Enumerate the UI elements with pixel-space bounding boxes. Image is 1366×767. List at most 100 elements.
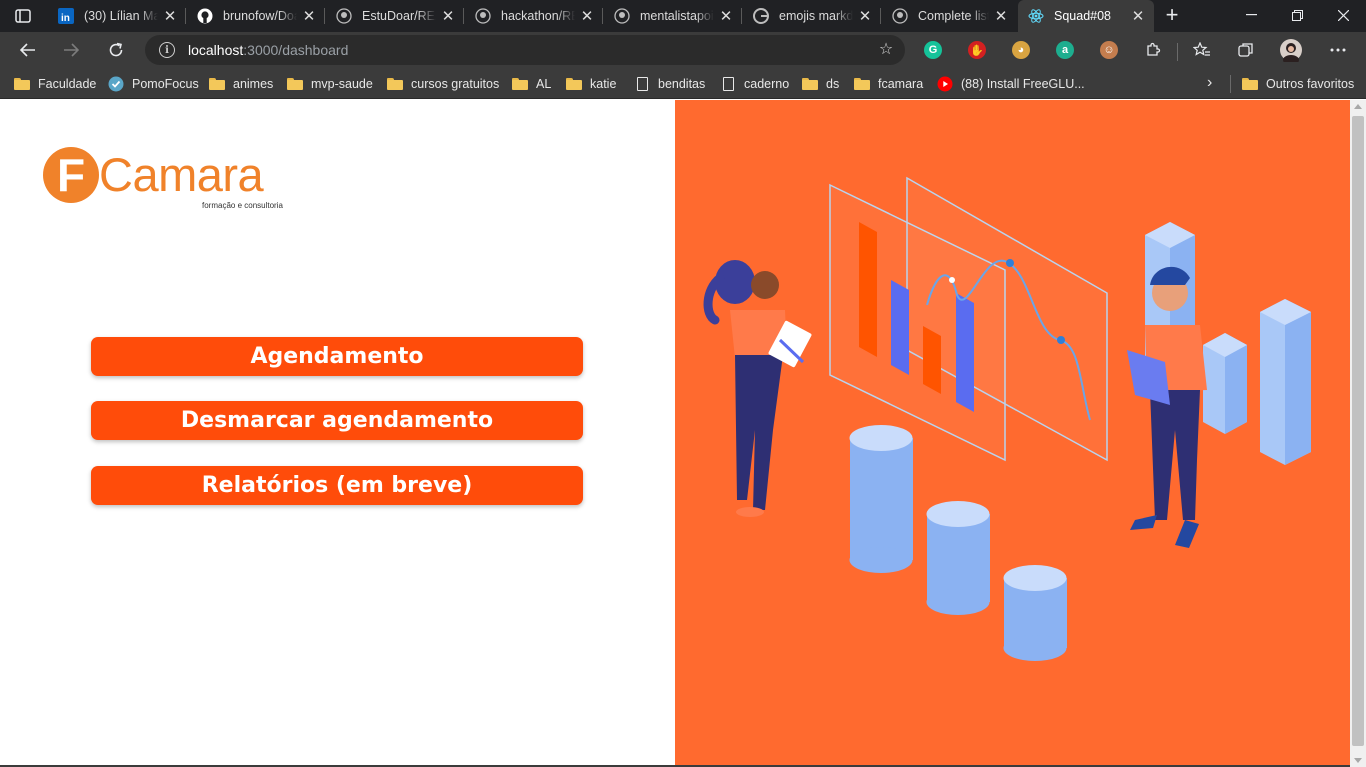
youtube-icon [937,76,953,92]
tab-title: (30) Lílian Marques [84,9,158,23]
scroll-up-icon[interactable] [1354,104,1362,109]
folder-icon [387,77,403,91]
collections-icon[interactable] [1232,36,1260,64]
bookmark-outros-favoritos[interactable]: Outros favoritos [1242,74,1354,94]
bookmark-ds[interactable]: ds [802,74,839,94]
favorites-icon[interactable] [1188,36,1216,64]
address-bar[interactable]: i localhost:3000/dashboard ☆ [145,35,905,65]
github-icon [475,8,491,24]
bookmark-cursos-gratuitos[interactable]: cursos gratuitos [387,74,499,94]
logo-word: Camara [99,148,264,201]
close-icon[interactable]: ✕ [579,8,595,25]
close-icon[interactable]: ✕ [718,8,734,25]
tab-title: Squad#08 [1054,9,1112,23]
window-close-icon[interactable] [1320,0,1366,30]
extension-avatar-icon[interactable]: ☺ [1100,41,1118,59]
back-icon[interactable] [14,36,42,64]
folder-icon [566,77,582,91]
github-icon [197,8,213,24]
adblock-icon[interactable]: ✋ [968,41,986,59]
extension-face-icon[interactable]: ◕ [1012,41,1030,59]
check-circle-icon [108,76,124,92]
tab-title: Complete list [918,9,989,23]
bookmark-freeglut[interactable]: (88) Install FreeGLU... [937,74,1085,94]
bookmark-mvp-saude[interactable]: mvp-saude [287,74,373,94]
refresh-icon[interactable] [102,36,130,64]
new-tab-button[interactable]: + [1160,4,1184,27]
folder-icon [854,77,870,91]
more-menu-icon[interactable] [1324,36,1352,64]
linkedin-icon: in [58,8,74,24]
bookmark-benditas[interactable]: benditas [634,74,705,94]
tab-bar: in (30) Lílian Marques ✕ brunofow/Doar ✕… [0,0,1366,32]
extensions-puzzle-icon[interactable] [1139,36,1167,64]
folder-icon [512,77,528,91]
close-icon[interactable]: ✕ [440,8,456,25]
tab-title: hackathon/README [501,9,575,23]
site-info-icon[interactable]: i [159,42,175,58]
dashboard-page: F Camara formação e consultoria Agendame… [0,100,1366,767]
minimize-icon[interactable] [1228,0,1274,30]
tab-github-estudoar[interactable]: EstuDoar/README ✕ [326,0,464,32]
close-icon[interactable]: ✕ [162,8,178,25]
close-icon[interactable]: ✕ [301,8,317,25]
close-icon[interactable]: ✕ [993,8,1009,25]
folder-icon [1242,77,1258,91]
close-icon[interactable]: ✕ [1130,8,1146,25]
tab-linkedin[interactable]: in (30) Lílian Marques ✕ [48,0,186,32]
close-icon[interactable]: ✕ [857,8,873,25]
page-scrollbar[interactable] [1350,100,1366,767]
tab-squad08[interactable]: Squad#08 ✕ [1018,0,1154,32]
profile-avatar[interactable] [1277,36,1305,64]
tab-github-complete-list[interactable]: Complete list ✕ [882,0,1017,32]
folder-icon [209,77,225,91]
bookmark-caderno[interactable]: caderno [720,74,789,94]
tab-github-doar[interactable]: brunofow/Doar ✕ [187,0,325,32]
restore-icon[interactable] [1274,0,1320,30]
cancel-schedule-button[interactable]: Desmarcar agendamento [91,401,583,440]
github-icon [336,8,352,24]
tab-google-emojis[interactable]: emojis markdown ✕ [743,0,881,32]
bookmark-pomofocus[interactable]: PomoFocus [108,74,199,94]
menu-pane: F Camara formação e consultoria Agendame… [0,100,675,765]
svg-text:in: in [61,13,70,24]
grammarly-icon[interactable]: G [924,41,942,59]
reports-button[interactable]: Relatórios (em breve) [91,466,583,505]
schedule-button[interactable]: Agendamento [91,337,583,376]
bookmark-katie[interactable]: katie [566,74,616,94]
bookmark-al[interactable]: AL [512,74,551,94]
address-url[interactable]: localhost:3000/dashboard [188,42,348,58]
analytics-illustration [703,176,1311,661]
dashboard-illustration [675,100,1350,765]
tab-title: mentalistapoint [640,9,714,23]
tab-github-hackathon[interactable]: hackathon/README ✕ [465,0,603,32]
add-favorite-icon[interactable]: ☆ [877,41,895,59]
tab-actions-icon[interactable] [10,6,36,26]
tab-title: EstuDoar/README [362,9,436,23]
toolbar: i localhost:3000/dashboard ☆ G ✋ ◕ a ☺ [0,32,1366,68]
extension-a-icon[interactable]: a [1056,41,1074,59]
tab-title: emojis markdown [779,9,853,23]
logo-tagline: formação e consultoria [202,201,283,210]
github-icon [614,8,630,24]
forward-icon[interactable] [57,36,85,64]
logo-letter: F [43,147,99,203]
folder-icon [14,77,30,91]
folder-icon [287,77,303,91]
react-icon [1028,8,1044,24]
bookmarks-bar: Faculdade PomoFocus animes mvp-saude cur… [0,68,1366,99]
page-icon [720,77,736,91]
chevron-right-icon[interactable]: › [1207,74,1212,92]
folder-icon [802,77,818,91]
bookmark-animes[interactable]: animes [209,74,273,94]
tab-github-mentalista[interactable]: mentalistapoint ✕ [604,0,742,32]
page-icon [634,77,650,91]
fcamara-logo: F Camara formação e consultoria [43,147,303,211]
bookmark-fcamara[interactable]: fcamara [854,74,923,94]
bookmark-faculdade[interactable]: Faculdade [14,74,96,94]
tab-title: brunofow/Doar [223,9,297,23]
scroll-thumb[interactable] [1352,116,1364,746]
scroll-down-icon[interactable] [1354,758,1362,763]
google-icon [753,8,769,24]
github-icon [892,8,908,24]
